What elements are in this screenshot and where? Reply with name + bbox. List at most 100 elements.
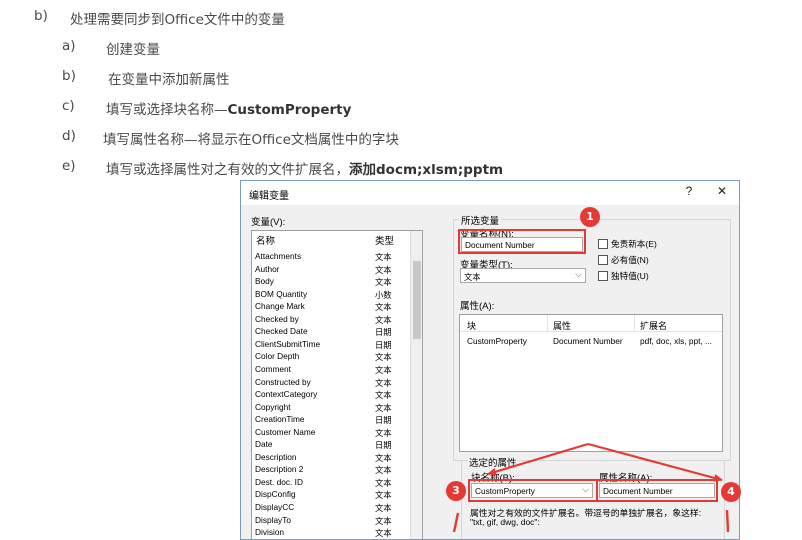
variable-type: 小数 bbox=[375, 289, 392, 300]
list-item[interactable]: DispConfig 文本 bbox=[252, 489, 410, 502]
list-item[interactable]: Description 文本 bbox=[252, 452, 410, 465]
list-item[interactable]: Change Mark 文本 bbox=[252, 301, 410, 314]
variable-name: Constructed by bbox=[255, 376, 311, 387]
variable-name: ContextCategory bbox=[255, 389, 318, 400]
variable-type: 日期 bbox=[375, 339, 392, 350]
item-e-text: 填写或选择属性对之有效的文件扩展名，添加docm;xlsm;pptm bbox=[106, 158, 503, 178]
item-c-plain: 填写或选择块名称— bbox=[106, 102, 228, 118]
prop-header-divider bbox=[460, 331, 722, 332]
variable-name: Checked by bbox=[255, 313, 299, 324]
item-c-text: 填写或选择块名称—CustomProperty bbox=[106, 98, 351, 118]
item-b-marker: b) bbox=[34, 8, 48, 24]
list-item[interactable]: BOM Quantity 小数 bbox=[252, 289, 410, 302]
variable-name: Customer Name bbox=[255, 426, 316, 437]
variable-type: 文本 bbox=[375, 252, 392, 262]
help-button[interactable]: ? bbox=[681, 184, 697, 198]
variable-type: 文本 bbox=[375, 377, 392, 388]
variable-name: Attachments bbox=[255, 251, 302, 261]
list-header-type[interactable]: 类型 bbox=[375, 233, 394, 247]
item-d-marker: d) bbox=[62, 128, 76, 144]
item-c-bold: CustomProperty bbox=[227, 102, 352, 118]
variable-name: Checked Date bbox=[255, 326, 308, 337]
list-item[interactable]: Description 2 文本 bbox=[252, 464, 410, 477]
required-checkbox[interactable] bbox=[598, 255, 608, 265]
list-item[interactable]: Customer Name 文本 bbox=[252, 427, 410, 440]
prop-col-divider-2 bbox=[634, 315, 635, 331]
variable-name: Dest. doc. ID bbox=[255, 476, 303, 487]
prop-row-property: Document Number bbox=[553, 336, 623, 346]
list-item[interactable]: Dest. doc. ID 文本 bbox=[252, 477, 410, 490]
list-item[interactable]: Comment 文本 bbox=[252, 364, 410, 377]
highlight-block-name bbox=[468, 479, 598, 502]
selected-variable-label: 所选变量 bbox=[459, 213, 502, 227]
close-button[interactable]: ✕ bbox=[714, 184, 730, 198]
list-item[interactable]: Author 文本 bbox=[252, 264, 410, 277]
variable-name: DisplayCC bbox=[255, 502, 295, 512]
list-header-name[interactable]: 名称 bbox=[256, 233, 275, 247]
variable-name: Description 2 bbox=[255, 464, 304, 475]
edit-variable-dialog: 编辑变量 ? ✕ 变量(V): 名称 类型 Attachments 文本 Autho… bbox=[240, 180, 740, 540]
item-e-bold: 添加docm;xlsm;pptm bbox=[349, 162, 504, 178]
list-item[interactable]: Division 文本 bbox=[252, 527, 410, 539]
variable-name: Color Depth bbox=[255, 351, 300, 362]
variable-type-select[interactable]: 文本 ⌵ bbox=[460, 268, 586, 283]
item-c-marker: c) bbox=[62, 98, 75, 114]
no-revision-label: 免责新本(E) bbox=[611, 239, 657, 249]
variable-name: Description bbox=[255, 451, 297, 462]
variable-name: Division bbox=[255, 527, 285, 538]
required-label: 必有值(N) bbox=[611, 255, 649, 265]
variable-type: 文本 bbox=[375, 452, 392, 463]
callout-badge-3: 3 bbox=[446, 481, 466, 501]
variable-type: 文本 bbox=[375, 264, 392, 275]
list-item[interactable]: DisplayCC 文本 bbox=[252, 502, 410, 515]
highlight-prop-name bbox=[596, 479, 718, 502]
variable-type: 日期 bbox=[375, 440, 392, 451]
variables-list[interactable]: 名称 类型 Attachments 文本 Author 文本 Body 文本 BOM Qua… bbox=[251, 230, 423, 539]
item-b2-text: 在变量中添加新属性 bbox=[108, 72, 230, 88]
variable-name: Author bbox=[255, 263, 280, 274]
list-item[interactable]: CreationTime 日期 bbox=[252, 414, 410, 427]
variables-label: 变量(V): bbox=[251, 217, 286, 228]
scrollbar-thumb[interactable] bbox=[413, 261, 421, 339]
variable-type: 文本 bbox=[375, 402, 392, 413]
variable-name: DisplayTo bbox=[255, 514, 291, 525]
callout-badge-1: 1 bbox=[580, 207, 600, 227]
variable-name: Comment bbox=[255, 363, 291, 374]
list-item[interactable]: Copyright 文本 bbox=[252, 402, 410, 415]
list-item[interactable]: Constructed by 文本 bbox=[252, 377, 410, 390]
item-b-text: 处理需要同步到Office文件中的变量 bbox=[70, 12, 285, 28]
list-item[interactable]: Color Depth 文本 bbox=[252, 351, 410, 364]
variable-name: Body bbox=[255, 276, 274, 287]
prop-col-divider-1 bbox=[547, 315, 548, 331]
variable-type: 文本 bbox=[375, 314, 392, 325]
prop-row-block: CustomProperty bbox=[467, 336, 527, 346]
dialog-title: 编辑变量 bbox=[249, 191, 289, 202]
list-item[interactable]: Body 文本 bbox=[252, 276, 410, 289]
dialog-titlebar: 编辑变量 ? ✕ bbox=[241, 181, 739, 205]
list-item[interactable]: Checked Date 日期 bbox=[252, 326, 410, 339]
variable-type: 文本 bbox=[375, 427, 392, 438]
list-item[interactable]: DisplayTo 文本 bbox=[252, 515, 410, 528]
item-a-text: 创建变量 bbox=[106, 42, 160, 58]
chevron-down-icon: ⌵ bbox=[575, 269, 582, 279]
list-item[interactable]: ContextCategory 文本 bbox=[252, 389, 410, 402]
item-d-text: 填写属性名称—将显示在Office文档属性中的字块 bbox=[103, 132, 399, 148]
variable-type-value: 文本 bbox=[464, 272, 481, 282]
variable-type: 文本 bbox=[375, 503, 392, 513]
list-item[interactable]: Attachments 文本 bbox=[252, 251, 410, 264]
variable-type: 文本 bbox=[375, 477, 392, 488]
variable-type: 文本 bbox=[375, 302, 392, 313]
list-item[interactable]: Checked by 文本 bbox=[252, 314, 410, 327]
prop-row-ext: pdf, doc, xls, ppt, ... bbox=[640, 336, 712, 346]
list-item[interactable]: ClientSubmitTime 日期 bbox=[252, 339, 410, 352]
list-scrollbar[interactable] bbox=[410, 231, 422, 539]
variable-type: 文本 bbox=[375, 364, 392, 375]
list-item[interactable]: Date 日期 bbox=[252, 439, 410, 452]
highlight-variable-name bbox=[458, 229, 586, 254]
no-revision-checkbox[interactable] bbox=[598, 239, 608, 249]
properties-table[interactable]: 块 属性 扩展名 CustomProperty Document Number … bbox=[459, 314, 723, 452]
variable-type: 文本 bbox=[375, 277, 392, 288]
variable-name: ClientSubmitTime bbox=[255, 338, 321, 349]
variable-name: DispConfig bbox=[255, 489, 296, 500]
unique-checkbox[interactable] bbox=[598, 271, 608, 281]
